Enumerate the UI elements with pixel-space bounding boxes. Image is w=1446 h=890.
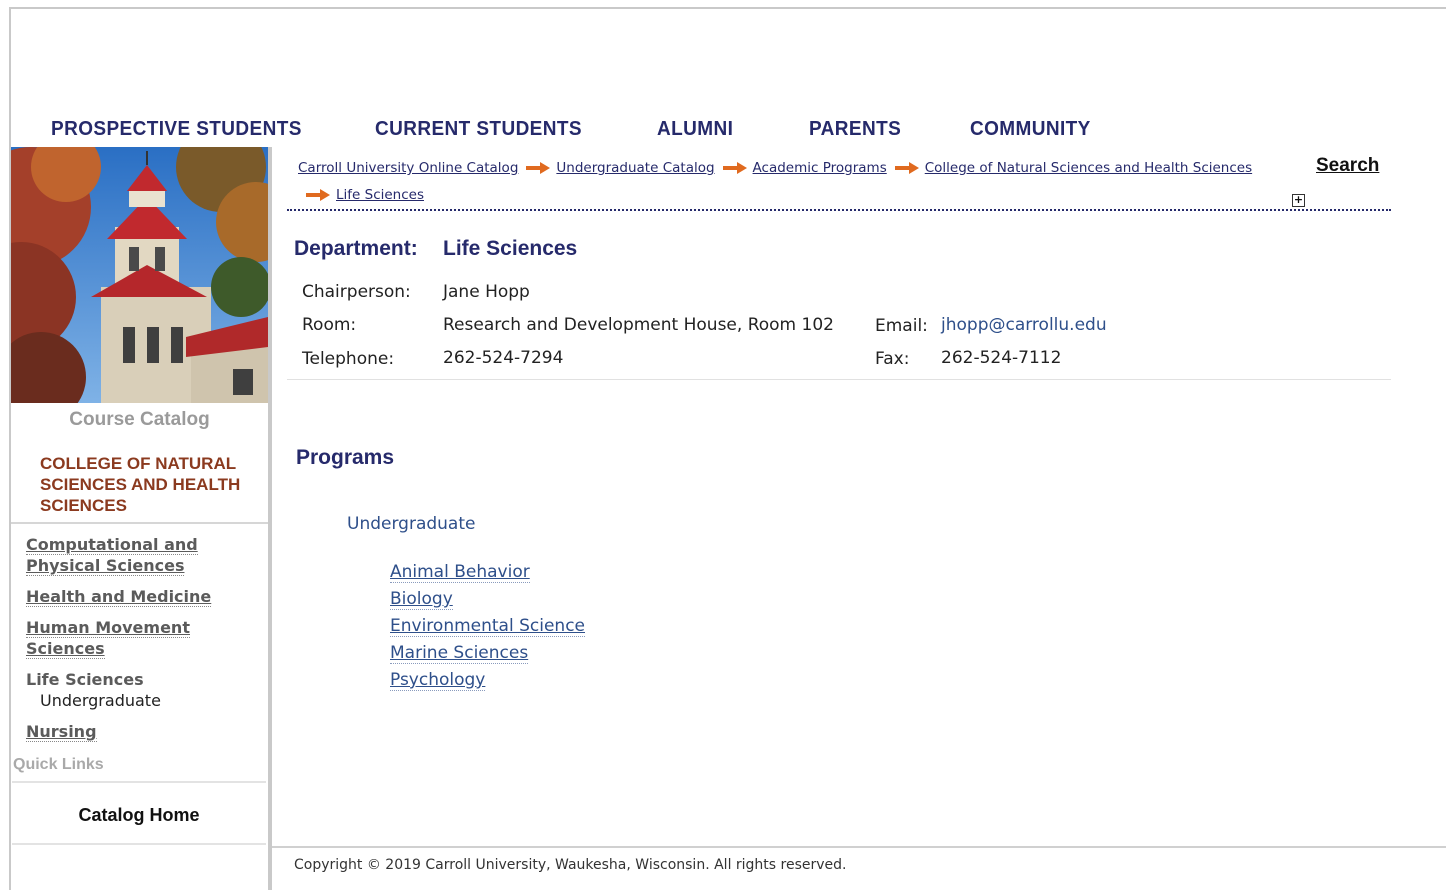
sidebar-item-health-medicine[interactable]: Health and Medicine bbox=[26, 586, 261, 607]
program-label: Biology bbox=[390, 589, 453, 610]
programs-heading: Programs bbox=[296, 446, 395, 469]
program-level-undergraduate[interactable]: Undergraduate bbox=[347, 514, 475, 534]
sidebar-item-human-movement-sciences[interactable]: Human Movement Sciences bbox=[26, 617, 261, 659]
search-link[interactable]: Search bbox=[1316, 155, 1379, 177]
program-label: Marine Sciences bbox=[390, 643, 529, 664]
info-divider bbox=[287, 379, 1391, 380]
breadcrumb: Carroll University Online Catalog Undergr… bbox=[298, 155, 1258, 209]
program-link-marine-sciences[interactable]: Marine Sciences bbox=[390, 640, 585, 667]
arrow-right-icon bbox=[894, 162, 919, 174]
sidebar-item-label: Computational and Physical Sciences bbox=[26, 535, 198, 576]
arrow-right-icon bbox=[306, 189, 330, 201]
breadcrumb-divider bbox=[287, 209, 1391, 211]
department-label: Department: bbox=[294, 237, 418, 260]
catalog-home-link[interactable]: Catalog Home bbox=[12, 781, 266, 845]
fax-value: 262-524-7112 bbox=[941, 348, 1062, 368]
email-value: jhopp@carrollu.edu bbox=[941, 315, 1107, 335]
footer-divider bbox=[272, 846, 1446, 848]
copyright-text: Copyright © 2019 Carroll University, Wau… bbox=[294, 857, 847, 873]
breadcrumb-academic-programs[interactable]: Academic Programs bbox=[753, 160, 887, 176]
chairperson-value: Jane Hopp bbox=[443, 282, 530, 302]
breadcrumb-college[interactable]: College of Natural Sciences and Health S… bbox=[925, 160, 1252, 176]
program-label: Animal Behavior bbox=[390, 562, 530, 583]
department-heading: Department: Life Sciences bbox=[294, 237, 577, 261]
sidebar-item-label: Human Movement Sciences bbox=[26, 618, 190, 659]
sidebar-divider bbox=[11, 522, 268, 524]
program-link-animal-behavior[interactable]: Animal Behavior bbox=[390, 559, 585, 586]
sidebar-item-label: Health and Medicine bbox=[26, 587, 212, 607]
breadcrumb-undergraduate-catalog[interactable]: Undergraduate Catalog bbox=[556, 160, 714, 176]
sidebar-item-nursing[interactable]: Nursing bbox=[26, 721, 261, 742]
department-name: Life Sciences bbox=[443, 237, 578, 260]
sidebar: Course Catalog COLLEGE OF NATURAL SCIENC… bbox=[11, 147, 272, 890]
telephone-label: Telephone: bbox=[302, 349, 395, 369]
program-link-psychology[interactable]: Psychology bbox=[390, 667, 585, 694]
sidebar-subitem-undergraduate[interactable]: Undergraduate bbox=[26, 690, 261, 711]
program-label: Psychology bbox=[390, 670, 486, 691]
course-catalog-title: Course Catalog bbox=[69, 409, 210, 430]
arrow-right-icon bbox=[526, 162, 551, 174]
program-list: Animal Behavior Biology Environmental Sc… bbox=[390, 559, 585, 694]
email-link[interactable]: jhopp@carrollu.edu bbox=[941, 315, 1107, 335]
room-value: Research and Development House, Room 102 bbox=[443, 315, 834, 335]
sidebar-item-life-sciences: Life Sciences bbox=[26, 670, 144, 689]
email-label: Email: bbox=[875, 316, 928, 336]
nav-community[interactable]: COMMUNITY bbox=[970, 118, 1091, 141]
college-heading[interactable]: COLLEGE OF NATURAL SCIENCES AND HEALTH S… bbox=[40, 453, 265, 516]
sidebar-department-links: Computational and Physical Sciences Heal… bbox=[26, 534, 261, 752]
fax-label: Fax: bbox=[875, 349, 910, 369]
breadcrumb-life-sciences[interactable]: Life Sciences bbox=[336, 187, 424, 203]
program-link-environmental-science[interactable]: Environmental Science bbox=[390, 613, 585, 640]
sidebar-item-label: Nursing bbox=[26, 722, 97, 742]
breadcrumb-online-catalog[interactable]: Carroll University Online Catalog bbox=[298, 160, 518, 176]
nav-parents[interactable]: PARENTS bbox=[809, 118, 901, 141]
telephone-value: 262-524-7294 bbox=[443, 348, 564, 368]
program-label: Environmental Science bbox=[390, 616, 585, 637]
expand-plus-icon[interactable]: + bbox=[1292, 194, 1305, 207]
nav-alumni[interactable]: ALUMNI bbox=[657, 118, 733, 141]
campus-building-photo bbox=[11, 147, 268, 403]
chairperson-label: Chairperson: bbox=[302, 282, 411, 302]
sidebar-item-computational-physical-sciences[interactable]: Computational and Physical Sciences bbox=[26, 534, 261, 576]
room-label: Room: bbox=[302, 315, 357, 335]
nav-prospective-students[interactable]: PROSPECTIVE STUDENTS bbox=[51, 118, 302, 141]
program-link-biology[interactable]: Biology bbox=[390, 586, 585, 613]
quick-links-heading: Quick Links bbox=[13, 756, 104, 773]
arrow-right-icon bbox=[722, 162, 747, 174]
nav-current-students[interactable]: CURRENT STUDENTS bbox=[375, 118, 582, 141]
